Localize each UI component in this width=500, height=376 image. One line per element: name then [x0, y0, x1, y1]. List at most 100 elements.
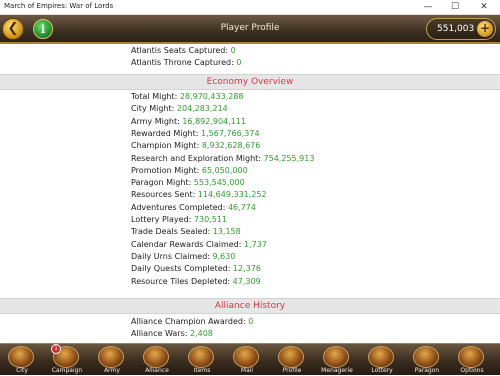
options-icon — [458, 346, 484, 368]
stat-label: Resource Tiles Depleted: — [131, 276, 231, 286]
nav-label: Army — [104, 367, 120, 374]
nav-campaign[interactable]: 1 Campaign — [45, 344, 89, 376]
stat-value: 13,158 — [212, 227, 241, 237]
stat-value: 754,255,913 — [263, 153, 315, 163]
stat-row: Daily Quests Completed: 12,376 — [131, 264, 261, 274]
stat-row: City Might: 204,283,214 — [131, 104, 228, 114]
stat-label: Paragon Might: — [131, 178, 192, 188]
nav-label: Lottery — [371, 367, 393, 374]
stat-value: 8,932,628,676 — [201, 141, 261, 151]
nav-army[interactable]: Army — [90, 344, 134, 376]
nav-label: Menagerie — [321, 367, 353, 374]
gold-balance[interactable]: 551,003 + — [426, 18, 496, 40]
nav-label: Paragon — [414, 367, 440, 374]
stat-value: 16,892,904,111 — [182, 116, 246, 126]
profile-stats-scroll[interactable]: Atlantis Seats Captured: 0 Atlantis Thro… — [0, 46, 500, 343]
stat-value: 2,408 — [189, 329, 213, 339]
stat-row: Atlantis Seats Captured: 0 — [131, 46, 236, 55]
stat-value: 553,545,000 — [193, 178, 245, 188]
stat-row: Adventures Completed: 46,774 — [131, 203, 256, 213]
nav-label: Campaign — [51, 367, 83, 374]
nav-paragon[interactable]: Paragon — [405, 344, 449, 376]
nav-items[interactable]: Items — [180, 344, 224, 376]
nav-label: Profile — [282, 367, 302, 374]
nav-mail[interactable]: Mail — [225, 344, 269, 376]
stat-label: Alliance Wars: — [131, 329, 188, 339]
stat-label: Army Might: — [131, 116, 180, 126]
stat-value: 204,283,214 — [176, 104, 228, 114]
economy-overview-header: Economy Overview — [0, 74, 500, 90]
items-icon — [188, 346, 214, 368]
stat-row: Resources Sent: 114,649,331,252 — [131, 190, 267, 200]
stat-label: Total Might: — [131, 92, 178, 101]
minimize-button[interactable]: — — [420, 1, 436, 13]
stat-value: 46,774 — [227, 202, 256, 212]
army-icon — [98, 346, 124, 368]
stat-label: Daily Quests Completed: — [131, 264, 231, 274]
nav-city[interactable]: City — [0, 344, 44, 376]
mail-icon — [233, 346, 259, 368]
stat-row: Army Might: 16,892,904,111 — [131, 117, 246, 127]
stat-row: Calendar Rewards Claimed: 1,737 — [131, 240, 267, 250]
stat-value: 12,376 — [232, 264, 261, 274]
nav-label: City — [16, 367, 28, 374]
stat-value: 47,309 — [232, 276, 261, 286]
nav-menagerie[interactable]: Menagerie — [315, 344, 359, 376]
stat-label: Alliance Champion Awarded: — [131, 317, 246, 326]
nav-lottery[interactable]: Lottery — [360, 344, 404, 376]
stat-row: Lottery Played: 730,511 — [131, 215, 227, 225]
stat-label: Rewarded Might: — [131, 128, 199, 138]
stat-row: Paragon Might: 553,545,000 — [131, 178, 245, 188]
stat-value: 1,737 — [244, 239, 267, 249]
nav-label: Options — [460, 367, 484, 374]
profile-header: ❮ i Player Profile 551,003 + — [0, 15, 500, 44]
stat-value: 28,970,433,288 — [179, 92, 244, 101]
add-gold-icon[interactable]: + — [477, 21, 493, 37]
stat-value: 65,050,000 — [201, 165, 248, 175]
nav-profile[interactable]: Profile — [270, 344, 314, 376]
stat-label: Trade Deals Sealed: — [131, 227, 211, 237]
stat-label: Adventures Completed: — [131, 202, 226, 212]
profile-icon — [278, 346, 304, 368]
stat-label: Lottery Played: — [131, 215, 192, 224]
stat-row: Rewarded Might: 1,567,766,374 — [131, 129, 260, 139]
page-title: Player Profile — [220, 23, 280, 33]
stat-row: Promotion Might: 65,050,000 — [131, 166, 248, 176]
city-icon — [8, 346, 34, 368]
stat-row: Daily Urns Claimed: 9,630 — [131, 252, 235, 262]
nav-options[interactable]: Options — [450, 344, 494, 376]
stat-value: 730,511 — [193, 215, 227, 224]
stat-row: Atlantis Throne Captured: 0 — [131, 58, 242, 67]
alliance-icon — [143, 346, 169, 368]
stat-row: Alliance Champion Awarded: 0 — [131, 317, 253, 327]
stat-label: Calendar Rewards Claimed: — [131, 239, 242, 249]
maximize-button[interactable]: ☐ — [447, 1, 463, 13]
stat-value: 9,630 — [212, 251, 236, 261]
stat-label: City Might: — [131, 104, 175, 114]
gold-amount: 551,003 — [437, 24, 475, 34]
stat-row: Research and Exploration Might: 754,255,… — [131, 154, 314, 164]
close-window-button[interactable]: ✕ — [476, 1, 492, 13]
paragon-icon — [413, 346, 439, 368]
stat-label: Resources Sent: — [131, 190, 196, 200]
stat-label: Research and Exploration Might: — [131, 153, 261, 163]
stat-label: Champion Might: — [131, 141, 200, 151]
nav-label: Mail — [240, 367, 254, 374]
lottery-icon — [368, 346, 394, 368]
stat-row: Alliance Wars: 2,408 — [131, 329, 213, 339]
window-title: March of Empires: War of Lords — [4, 2, 114, 10]
notification-badge: 1 — [51, 344, 61, 354]
window-titlebar: March of Empires: War of Lords — ☐ ✕ — [0, 0, 500, 15]
stat-row: Trade Deals Sealed: 13,158 — [131, 227, 241, 237]
bottom-navigation: City 1 Campaign Army Alliance Items Mail Profil… — [0, 343, 500, 375]
stat-row: Total Might: 28,970,433,288 — [131, 92, 244, 102]
stat-row: Champion Might: 8,932,628,676 — [131, 141, 260, 151]
stat-value: 0 — [248, 317, 254, 326]
stat-value: 114,649,331,252 — [197, 190, 267, 200]
nav-label: Items — [193, 367, 211, 374]
stat-value: 1,567,766,374 — [201, 128, 260, 138]
stat-row: Resource Tiles Depleted: 47,309 — [131, 277, 261, 287]
alliance-history-header: Alliance History — [0, 298, 500, 314]
stat-label: Promotion Might: — [131, 165, 200, 175]
nav-alliance[interactable]: Alliance — [135, 344, 179, 376]
